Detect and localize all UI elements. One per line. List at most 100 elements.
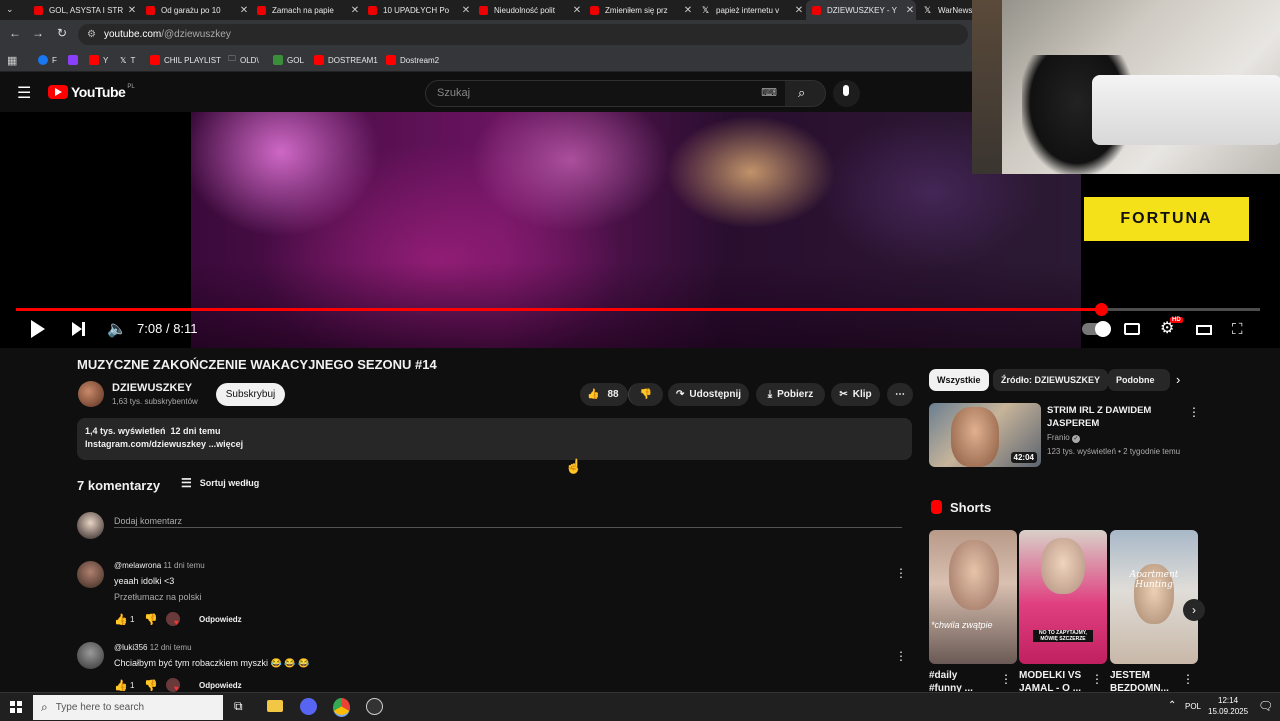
sort-comments-button[interactable]: ☰ Sortuj według (181, 476, 259, 490)
shorts-next-button[interactable]: › (1183, 599, 1205, 621)
subscribe-button[interactable]: Subskrybuj (216, 383, 285, 406)
fullscreen-button[interactable]: ⛶ (1232, 321, 1243, 338)
translate-link[interactable]: Przetłumacz na polski (114, 592, 202, 602)
comment-like-button[interactable]: 👍 (114, 679, 128, 692)
bookmark-item[interactable]: Dostream2 (386, 53, 439, 67)
close-tab-icon[interactable]: ✕ (349, 5, 361, 16)
settings-button[interactable]: ⚙ HD (1160, 317, 1183, 338)
clock-time[interactable]: 12:14 (1218, 696, 1238, 705)
browser-tab[interactable]: Od garażu po 10 ✕ (140, 0, 250, 20)
browser-tab[interactable]: 𝕏 WarNews (917, 0, 972, 20)
notification-icon[interactable]: 🗨 (1258, 699, 1273, 713)
recommended-menu-icon[interactable]: ⋮ (1188, 405, 1200, 419)
back-arrow-icon[interactable]: ← (7, 26, 23, 40)
add-comment-input[interactable]: Dodaj komentarz (114, 511, 902, 528)
comment-menu-icon[interactable]: ⋮ (895, 566, 907, 580)
task-view-icon[interactable]: ⧉ (234, 699, 243, 714)
bookmark-item[interactable]: CHIL PLAYLIST (150, 53, 221, 67)
close-tab-icon[interactable]: ✕ (126, 5, 138, 16)
keyboard-icon[interactable]: ⌨ (761, 86, 777, 99)
address-bar[interactable]: ⚙ youtube.com/@dziewuszkey (78, 24, 968, 45)
share-button[interactable]: ↷ Udostępnij (668, 383, 749, 406)
discord-icon[interactable] (300, 698, 317, 715)
reply-button[interactable]: Odpowiedz (199, 615, 242, 624)
clip-button[interactable]: ✂ Klip (831, 383, 880, 406)
bookmark-item[interactable]: 𝕏T (120, 53, 135, 67)
bookmark-item[interactable]: F (38, 53, 57, 67)
comment-author[interactable]: @melawrona (114, 561, 161, 570)
comment-menu-icon[interactable]: ⋮ (895, 649, 907, 663)
browser-tab[interactable]: 𝕏papież internetu v ✕ (695, 0, 805, 20)
comment-author-avatar[interactable] (77, 561, 104, 588)
browser-tab[interactable]: Zamach na papie ✕ (251, 0, 361, 20)
close-tab-icon[interactable]: ✕ (682, 5, 694, 16)
short-thumbnail[interactable]: NO TO ZAPYTAJMY, MÓWIĘ SZCZERZE (1019, 530, 1107, 664)
progress-bar[interactable] (16, 303, 1260, 316)
hamburger-menu-icon[interactable]: ☰ (17, 83, 31, 103)
close-tab-icon[interactable]: ✕ (571, 5, 583, 16)
voice-search-button[interactable] (833, 80, 860, 107)
close-tab-icon[interactable]: ✕ (793, 5, 805, 16)
browser-tab[interactable]: 10 UPADŁYCH Po ✕ (362, 0, 472, 20)
obs-icon[interactable] (366, 698, 383, 715)
chip-from-channel[interactable]: Źródło: DZIEWUSZKEY (993, 369, 1108, 391)
file-explorer-icon[interactable] (267, 700, 283, 712)
short-thumbnail[interactable]: Apartment Hunting (1110, 530, 1198, 664)
tab-list-dropdown-icon[interactable]: ⌄ (6, 4, 14, 15)
bookmark-item[interactable]: GOL (273, 53, 304, 67)
download-button[interactable]: ⤓ Pobierz (756, 383, 825, 406)
youtube-logo[interactable]: YouTube PL (48, 84, 135, 100)
browser-tab[interactable]: Zmieniłem się prz ✕ (584, 0, 694, 20)
description-box[interactable]: 1,4 tys. wyświetleń 12 dni temu Instagra… (77, 418, 912, 460)
close-tab-icon[interactable]: ✕ (460, 5, 472, 16)
chip-all[interactable]: Wszystkie (929, 369, 989, 391)
apps-grid-icon[interactable]: ▦ (7, 53, 17, 67)
autoplay-toggle[interactable] (1082, 321, 1111, 337)
browser-tab[interactable]: GOL, ASYSTA I STR ✕ (28, 0, 138, 20)
bookmark-item[interactable]: Y (89, 53, 108, 67)
chip-related[interactable]: Podobne (1108, 369, 1170, 391)
channel-avatar[interactable] (78, 381, 104, 407)
taskbar-search-input[interactable]: ⌕ Type here to search (33, 695, 223, 720)
close-tab-icon[interactable]: ✕ (904, 5, 916, 16)
next-video-button[interactable] (72, 322, 85, 340)
short-thumbnail[interactable]: *chwila zwątpie (929, 530, 1017, 664)
close-tab-icon[interactable]: ✕ (238, 5, 250, 16)
theater-mode-button[interactable] (1196, 325, 1212, 335)
reload-icon[interactable]: ↻ (54, 26, 70, 40)
recommended-channel[interactable]: Franio ✓ (1047, 433, 1080, 443)
comment-dislike-button[interactable]: 👎 (144, 613, 158, 626)
search-input[interactable]: Szukaj ⌨ (425, 80, 787, 107)
volume-button[interactable]: 🔈 (107, 319, 127, 339)
forward-arrow-icon[interactable]: → (30, 26, 46, 40)
windows-start-icon[interactable] (10, 701, 22, 713)
short-menu-icon[interactable]: ⋮ (1182, 672, 1194, 686)
browser-tab-active[interactable]: DZIEWUSZKEY - Y ✕ (806, 0, 916, 20)
short-menu-icon[interactable]: ⋮ (1091, 672, 1103, 686)
recommended-title[interactable]: STRIM IRL Z DAWIDEM JASPEREM (1047, 404, 1151, 430)
play-button[interactable] (31, 320, 45, 343)
bookmark-item[interactable] (68, 53, 82, 67)
language-indicator[interactable]: POL (1185, 702, 1201, 711)
tray-overflow-icon[interactable]: ⌃ (1168, 700, 1176, 711)
chrome-icon[interactable] (333, 698, 350, 717)
chips-next-icon[interactable]: › (1176, 372, 1180, 387)
browser-tab[interactable]: Nieudolność polit ✕ (473, 0, 583, 20)
bookmark-item[interactable]: DOSTREAM1 (314, 53, 378, 67)
comment-like-button[interactable]: 👍 (114, 613, 128, 626)
site-info-icon[interactable]: ⚙ (87, 29, 96, 40)
channel-name[interactable]: DZIEWUSZKEY (112, 382, 192, 394)
clock-date[interactable]: 15.09.2025 (1208, 707, 1248, 716)
search-button[interactable]: ⌕ (785, 80, 826, 107)
recommended-thumbnail[interactable]: 42:04 (929, 403, 1041, 467)
bookmark-folder[interactable]: 🗀 OLD\ (228, 53, 259, 67)
subtitles-button[interactable] (1124, 323, 1140, 335)
comment-author[interactable]: @luki356 (114, 643, 147, 652)
more-actions-button[interactable]: ⋯ (887, 383, 913, 406)
show-more-link[interactable]: ...więcej (209, 439, 244, 449)
comment-dislike-button[interactable]: 👎 (144, 679, 158, 692)
like-button[interactable]: 👍 88 (580, 383, 628, 406)
video-frame[interactable] (191, 112, 1081, 348)
comment-author-avatar[interactable] (77, 642, 104, 669)
short-menu-icon[interactable]: ⋮ (1000, 672, 1012, 686)
